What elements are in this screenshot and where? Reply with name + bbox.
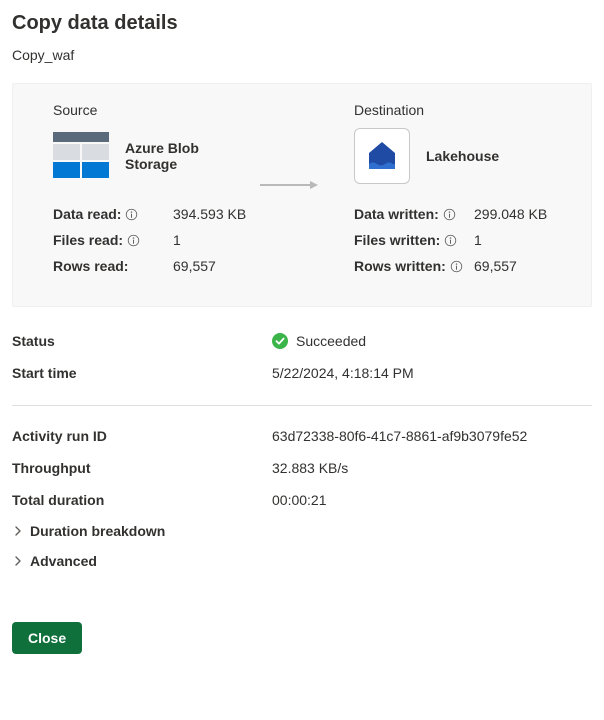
info-icon[interactable]: [127, 234, 140, 247]
rows-written-label: Rows written:: [354, 258, 446, 274]
summary-panel: Source Azure Blob Storage Data read:: [12, 83, 592, 307]
files-written-row: Files written: 1: [354, 232, 551, 248]
files-written-label: Files written:: [354, 232, 440, 248]
info-icon[interactable]: [444, 234, 457, 247]
azure-blob-storage-icon: [53, 128, 109, 184]
close-button[interactable]: Close: [12, 622, 82, 654]
advanced-toggle[interactable]: Advanced: [12, 546, 592, 576]
rows-read-row: Rows read: 69,557: [53, 258, 250, 274]
status-row: Status Succeeded: [12, 325, 592, 357]
throughput-value: 32.883 KB/s: [272, 460, 348, 476]
source-service-name: Azure Blob Storage: [125, 140, 250, 172]
data-written-value: 299.048 KB: [474, 206, 547, 222]
status-value: Succeeded: [296, 333, 366, 349]
chevron-right-icon: [12, 525, 24, 537]
activity-name: Copy_waf: [12, 47, 592, 63]
files-read-row: Files read: 1: [53, 232, 250, 248]
throughput-row: Throughput 32.883 KB/s: [12, 452, 592, 484]
data-read-row: Data read: 394.593 KB: [53, 206, 250, 222]
page-title: Copy data details: [12, 12, 592, 35]
throughput-label: Throughput: [12, 460, 272, 476]
files-read-value: 1: [173, 232, 181, 248]
start-time-row: Start time 5/22/2024, 4:18:14 PM: [12, 357, 592, 389]
advanced-label: Advanced: [30, 553, 97, 569]
data-read-value: 394.593 KB: [173, 206, 246, 222]
source-column: Source Azure Blob Storage Data read:: [53, 102, 250, 284]
lakehouse-icon: [354, 128, 410, 184]
info-icon[interactable]: [125, 208, 138, 221]
status-label: Status: [12, 333, 272, 349]
arrow-icon: [260, 177, 318, 187]
chevron-right-icon: [12, 555, 24, 567]
duration-breakdown-toggle[interactable]: Duration breakdown: [12, 516, 592, 546]
total-duration-value: 00:00:21: [272, 492, 327, 508]
success-icon: [272, 333, 288, 349]
activity-run-id-value: 63d72338-80f6-41c7-8861-af9b3079fe52: [272, 428, 527, 444]
activity-run-id-label: Activity run ID: [12, 428, 272, 444]
rows-written-row: Rows written: 69,557: [354, 258, 551, 274]
start-time-label: Start time: [12, 365, 272, 381]
data-read-label: Data read:: [53, 206, 121, 222]
details-section-2: Activity run ID 63d72338-80f6-41c7-8861-…: [12, 420, 592, 582]
destination-heading: Destination: [354, 102, 551, 118]
files-written-value: 1: [474, 232, 482, 248]
divider: [12, 405, 592, 406]
total-duration-label: Total duration: [12, 492, 272, 508]
data-written-label: Data written:: [354, 206, 439, 222]
start-time-value: 5/22/2024, 4:18:14 PM: [272, 365, 414, 381]
source-service: Azure Blob Storage: [53, 128, 250, 184]
destination-service-name: Lakehouse: [426, 148, 499, 164]
source-heading: Source: [53, 102, 250, 118]
rows-read-label: Rows read:: [53, 258, 128, 274]
destination-service: Lakehouse: [354, 128, 551, 184]
total-duration-row: Total duration 00:00:21: [12, 484, 592, 516]
activity-run-id-row: Activity run ID 63d72338-80f6-41c7-8861-…: [12, 420, 592, 452]
duration-breakdown-label: Duration breakdown: [30, 523, 165, 539]
rows-written-value: 69,557: [474, 258, 517, 274]
data-written-row: Data written: 299.048 KB: [354, 206, 551, 222]
destination-column: Destination Lakehouse Data written:: [354, 102, 551, 284]
info-icon[interactable]: [443, 208, 456, 221]
details-section-1: Status Succeeded Start time 5/22/2024, 4…: [12, 307, 592, 395]
info-icon[interactable]: [450, 260, 463, 273]
files-read-label: Files read:: [53, 232, 123, 248]
rows-read-value: 69,557: [173, 258, 216, 274]
